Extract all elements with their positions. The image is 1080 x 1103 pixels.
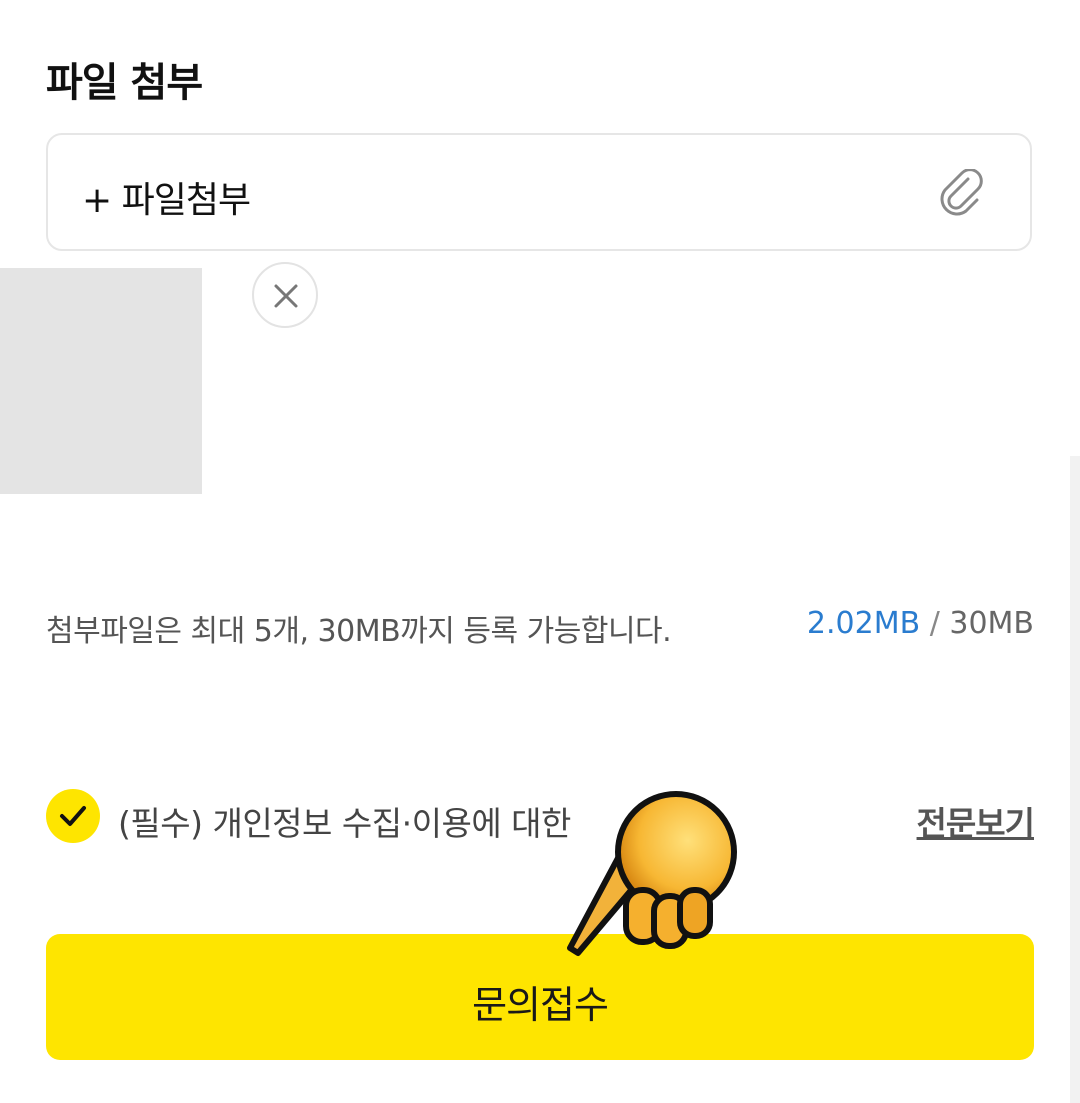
view-full-terms-link[interactable]: 전문보기: [917, 797, 1035, 845]
attachment-thumbnail: [0, 268, 202, 494]
submit-inquiry-label: 문의접수: [472, 983, 609, 1027]
size-limit: 30MB: [949, 606, 1034, 641]
attachment-limit-notice: 첨부파일은 최대 5개, 30MB까지 등록 가능합니다.: [46, 614, 672, 649]
remove-attachment-button[interactable]: [252, 262, 318, 328]
scrollbar[interactable]: [1070, 456, 1080, 1103]
checkmark-icon: [60, 806, 86, 826]
file-attach-button[interactable]: + 파일첨부: [46, 133, 1032, 251]
consent-label: (필수) 개인정보 수집·이용에 대한: [118, 804, 571, 843]
close-icon: [274, 284, 298, 308]
consent-checkbox[interactable]: [46, 789, 100, 843]
used-size: 2.02MB: [806, 606, 921, 641]
submit-inquiry-button[interactable]: 문의접수: [46, 934, 1034, 1060]
attachment-size-indicator: 2.02MB / 30MB: [807, 606, 1034, 641]
file-attach-label: + 파일첨부: [82, 180, 251, 221]
paperclip-icon: [938, 168, 986, 217]
size-separator: /: [920, 606, 950, 641]
pointing-hand-icon: [567, 791, 737, 956]
section-title: 파일 첨부: [46, 60, 203, 106]
